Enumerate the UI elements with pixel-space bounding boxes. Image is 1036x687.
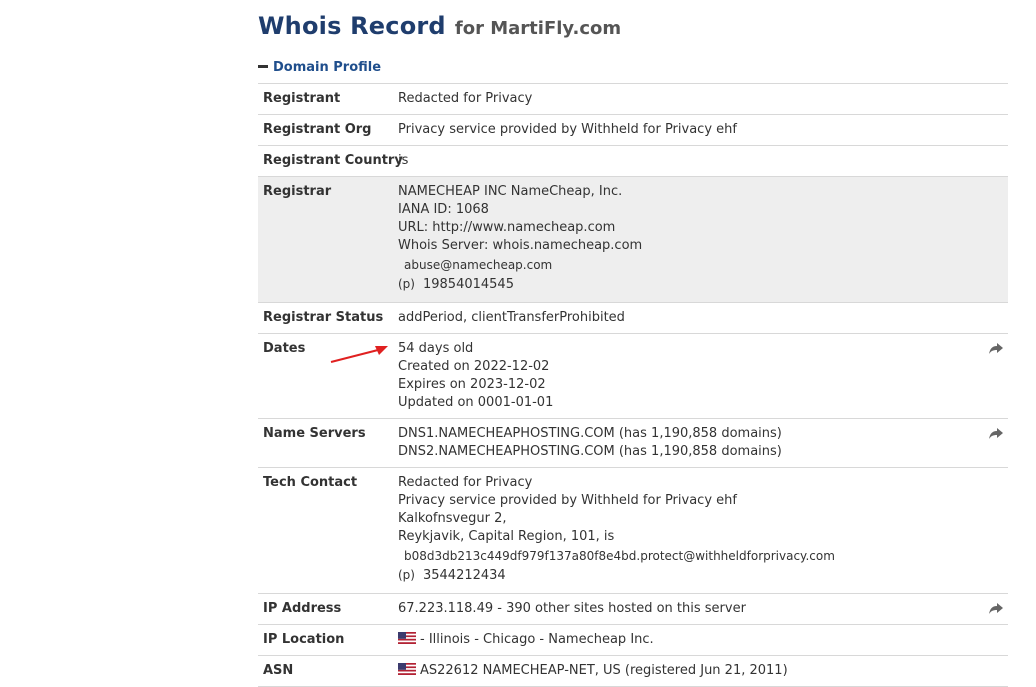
registrar-iana-id: IANA ID: 1068 xyxy=(398,202,489,217)
ip-location-line: - Illinois - Chicago - Namecheap Inc. xyxy=(398,631,1008,649)
row-tech-contact: Tech Contact Redacted for Privacy Privac… xyxy=(258,468,1008,594)
row-value: 54 days old Created on 2022-12-02 Expire… xyxy=(398,340,1008,412)
row-registrant-country: Registrant Country is xyxy=(258,146,1008,177)
registrar-email: abuse@namecheap.com xyxy=(404,258,553,272)
ip-location-value: - Illinois - Chicago - Namecheap Inc. xyxy=(420,632,654,647)
tech-contact-phone: 3544212434 xyxy=(422,568,506,583)
registrant-org-value: Privacy service provided by Withheld for… xyxy=(398,122,737,137)
registrar-url[interactable]: URL: http://www.namecheap.com xyxy=(398,219,1008,237)
row-value: Redacted for Privacy xyxy=(398,90,1008,108)
page-title-domain: for MartiFly.com xyxy=(454,18,622,39)
domain-profile-table: Registrant Redacted for Privacy Registra… xyxy=(258,83,1008,687)
tech-contact-phone-line: (p) 3544212434 xyxy=(398,566,1008,585)
registrar-phone-line: (p) 19854014545 xyxy=(398,275,1008,294)
created-date: Created on 2022-12-02 xyxy=(398,359,550,374)
row-value: addPeriod, clientTransferProhibited xyxy=(398,309,1008,327)
row-value: - Illinois - Chicago - Namecheap Inc. xyxy=(398,631,1008,649)
row-label: Registrar xyxy=(263,184,332,199)
row-label: IP Address xyxy=(263,601,342,616)
domain-profile-label: Domain Profile xyxy=(273,60,382,75)
row-value: 67.223.118.49 - 390 other sites hosted o… xyxy=(398,600,1008,618)
tech-contact-org: Privacy service provided by Withheld for… xyxy=(398,493,737,508)
row-label: Tech Contact xyxy=(263,475,358,490)
row-label: Registrant Country xyxy=(263,153,403,168)
registrar-phone: 19854014545 xyxy=(422,277,514,292)
row-value: DNS1.NAMECHEAPHOSTING.COM (has 1,190,858… xyxy=(398,425,1008,461)
row-value: is xyxy=(398,152,1008,170)
row-value: NAMECHEAP INC NameCheap, Inc. IANA ID: 1… xyxy=(398,183,1008,294)
tech-contact-city: Reykjavik, Capital Region, 101, is xyxy=(398,529,615,544)
tech-contact-email: b08d3db213c449df979f137a80f8e4bd.protect… xyxy=(404,549,835,563)
minus-icon xyxy=(258,65,268,68)
phone-tag: (p) xyxy=(398,568,415,582)
row-registrar-status: Registrar Status addPeriod, clientTransf… xyxy=(258,303,1008,334)
row-label: ASN xyxy=(263,663,294,678)
name-server-2[interactable]: DNS2.NAMECHEAPHOSTING.COM (has 1,190,858… xyxy=(398,443,1008,461)
tech-contact-street: Kalkofnsvegur 2, xyxy=(398,511,507,526)
share-arrow-icon[interactable] xyxy=(988,427,1004,441)
row-label: Registrar Status xyxy=(263,310,384,325)
row-value: Privacy service provided by Withheld for… xyxy=(398,121,1008,139)
row-label: Registrant Org xyxy=(263,122,372,137)
registrar-name: NAMECHEAP INC NameCheap, Inc. xyxy=(398,184,623,199)
ip-address-value[interactable]: 67.223.118.49 - 390 other sites hosted o… xyxy=(398,600,1008,618)
domain-age: 54 days old xyxy=(398,341,474,356)
row-value: Redacted for Privacy Privacy service pro… xyxy=(398,474,1008,585)
row-registrar: Registrar NAMECHEAP INC NameCheap, Inc. … xyxy=(258,177,1008,303)
phone-tag: (p) xyxy=(398,277,415,291)
row-registrant: Registrant Redacted for Privacy xyxy=(258,84,1008,115)
row-label: Dates xyxy=(263,341,306,356)
us-flag-icon xyxy=(398,632,416,644)
registrant-value: Redacted for Privacy xyxy=(398,91,533,106)
expires-date: Expires on 2023-12-02 xyxy=(398,377,546,392)
updated-date: Updated on 0001-01-01 xyxy=(398,395,554,410)
row-label: IP Location xyxy=(263,632,345,647)
tech-contact-name: Redacted for Privacy xyxy=(398,475,533,490)
name-server-1[interactable]: DNS1.NAMECHEAPHOSTING.COM (has 1,190,858… xyxy=(398,425,1008,443)
row-name-servers: Name Servers DNS1.NAMECHEAPHOSTING.COM (… xyxy=(258,419,1008,468)
domain-profile-toggle[interactable]: Domain Profile xyxy=(258,60,381,75)
us-flag-icon xyxy=(398,663,416,675)
asn-value: AS22612 NAMECHEAP-NET, US (registered Ju… xyxy=(420,663,788,678)
red-arrow-annotation xyxy=(330,346,388,363)
page-title-main: Whois Record xyxy=(258,12,446,40)
row-ip-address: IP Address 67.223.118.49 - 390 other sit… xyxy=(258,594,1008,625)
asn-line: AS22612 NAMECHEAP-NET, US (registered Ju… xyxy=(398,662,1008,680)
row-value: AS22612 NAMECHEAP-NET, US (registered Ju… xyxy=(398,662,1008,680)
row-label: Registrant xyxy=(263,91,341,106)
registrar-whois-server: Whois Server: whois.namecheap.com xyxy=(398,238,643,253)
row-ip-location: IP Location - Illinois - Chicago - Namec… xyxy=(258,625,1008,656)
share-arrow-icon[interactable] xyxy=(988,602,1004,616)
row-registrant-org: Registrant Org Privacy service provided … xyxy=(258,115,1008,146)
page-title: Whois Record for MartiFly.com xyxy=(258,12,621,40)
registrant-country-value: is xyxy=(398,153,409,168)
share-arrow-icon[interactable] xyxy=(988,342,1004,356)
row-label: Name Servers xyxy=(263,426,366,441)
registrar-status-value: addPeriod, clientTransferProhibited xyxy=(398,310,625,325)
